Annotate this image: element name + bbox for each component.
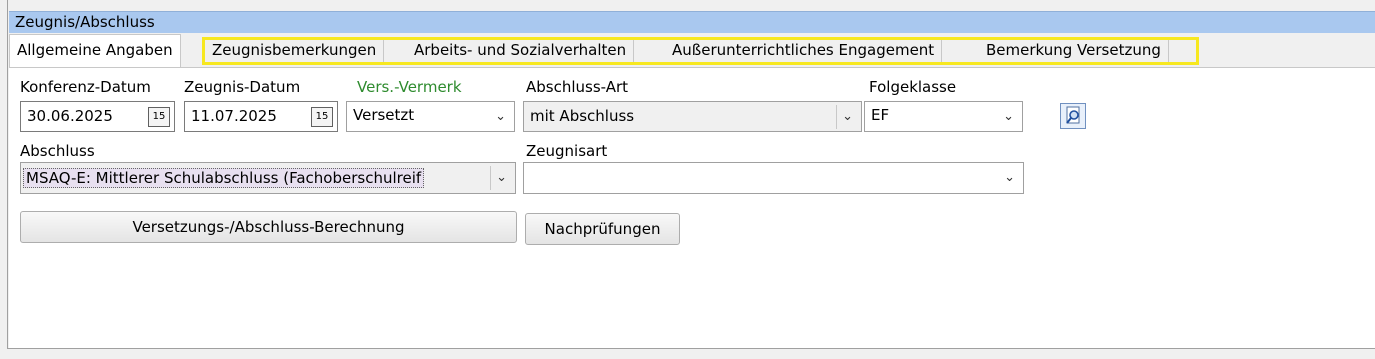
abschluss-value: MSAQ-E: Mittlerer Schulabschluss (Fachob… — [23, 168, 425, 188]
nachpruefungen-button[interactable]: Nachprüfungen — [525, 213, 680, 245]
folgeklasse-select[interactable]: EF ⌄ — [864, 101, 1023, 132]
search-document-icon[interactable] — [1060, 103, 1086, 129]
tab-highlight-frame — [202, 37, 1199, 65]
abschluss-art-label: Abschluss-Art — [526, 78, 629, 96]
tab-allgemeine-angaben[interactable]: Allgemeine Angaben — [9, 34, 181, 68]
konferenz-datum-value: 30.06.2025 — [27, 107, 113, 125]
zeugnis-datum-label: Zeugnis-Datum — [184, 78, 301, 96]
zeugnisart-select[interactable]: ⌄ — [523, 162, 1024, 194]
abschluss-art-value: mit Abschluss — [530, 107, 635, 125]
zeugnis-datum-field[interactable]: 11.07.2025 15 — [184, 101, 338, 132]
abschluss-art-select[interactable]: mit Abschluss ⌄ — [523, 101, 862, 132]
konferenz-datum-label: Konferenz-Datum — [20, 78, 151, 96]
versetzung-abschluss-berechnung-button[interactable]: Versetzungs-/Abschluss-Berechnung — [20, 211, 517, 243]
zeugnisart-label: Zeugnisart — [526, 142, 608, 160]
tab-bar: Allgemeine Angaben Zeugnisbemerkungen Ar… — [9, 34, 1375, 68]
calendar-icon[interactable]: 15 — [148, 107, 170, 127]
konferenz-datum-field[interactable]: 30.06.2025 15 — [20, 101, 175, 132]
vers-vermerk-value: Versetzt — [353, 106, 415, 124]
folgeklasse-label: Folgeklasse — [869, 78, 957, 96]
chevron-down-icon: ⌄ — [1003, 109, 1014, 124]
abschluss-label: Abschluss — [20, 142, 95, 160]
folgeklasse-value: EF — [871, 106, 890, 124]
section-titlebar: Zeugnis/Abschluss — [9, 11, 1375, 33]
section-title: Zeugnis/Abschluss — [15, 13, 155, 31]
chevron-down-icon: ⌄ — [842, 109, 853, 124]
abschluss-select[interactable]: MSAQ-E: Mittlerer Schulabschluss (Fachob… — [20, 162, 516, 194]
chevron-down-icon: ⌄ — [495, 109, 506, 124]
chevron-down-icon: ⌄ — [1004, 170, 1015, 185]
vers-vermerk-select[interactable]: Versetzt ⌄ — [346, 101, 515, 132]
vers-vermerk-label: Vers.-Vermerk — [357, 78, 462, 96]
zeugnis-datum-value: 11.07.2025 — [191, 107, 277, 125]
calendar-icon[interactable]: 15 — [311, 107, 333, 127]
chevron-down-icon: ⌄ — [496, 170, 507, 185]
